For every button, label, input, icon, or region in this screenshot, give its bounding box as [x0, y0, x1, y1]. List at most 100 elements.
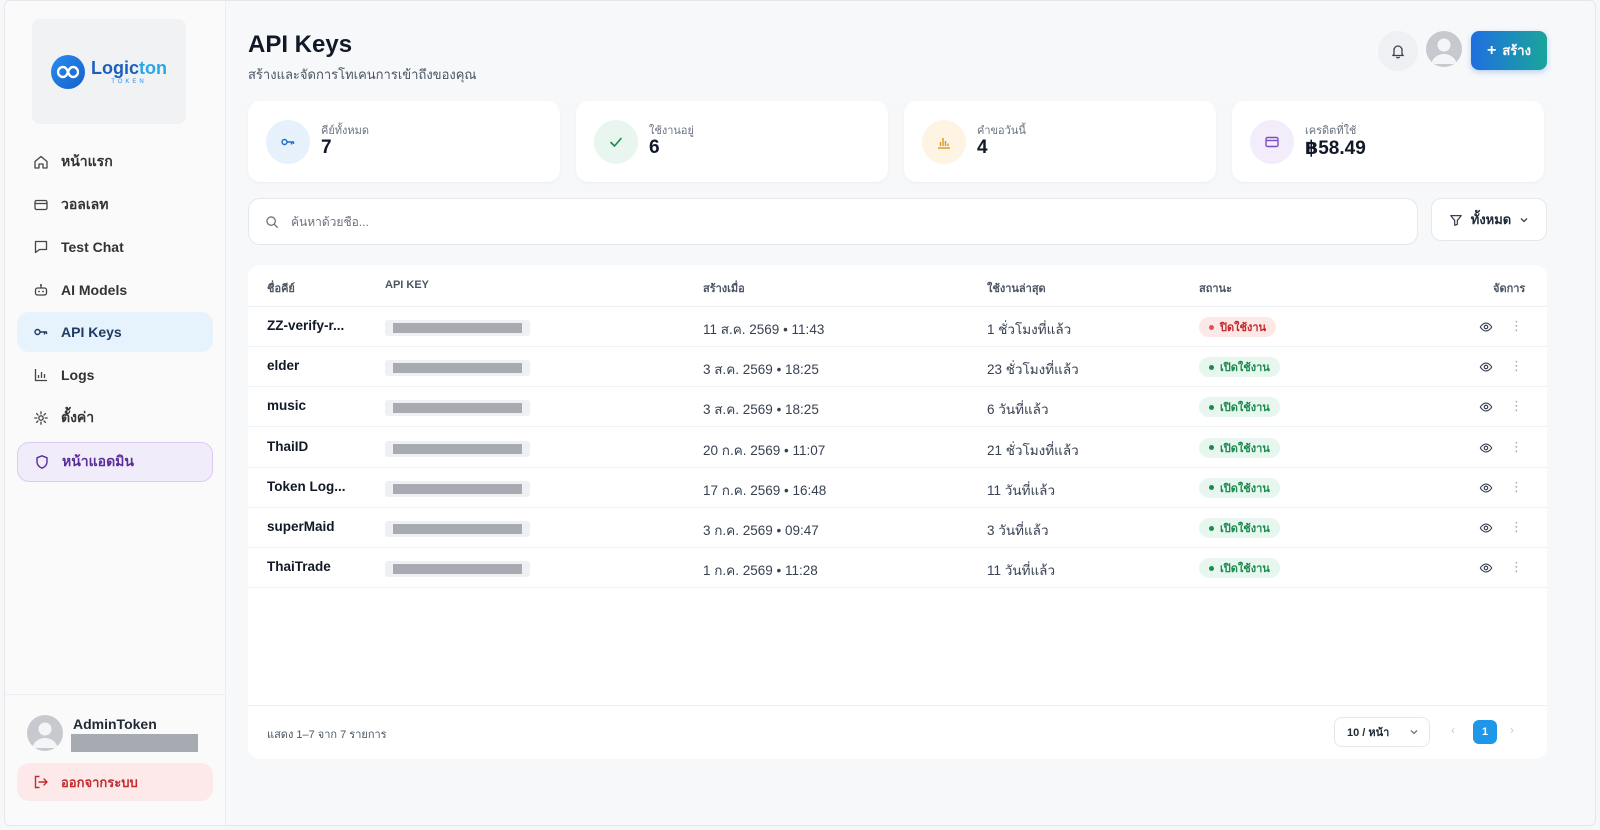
sidebar-item-label: Logs: [61, 366, 95, 383]
status-badge: เปิดใช้งาน: [1199, 397, 1280, 418]
app-window: Logicton TOKEN หน้าแรก วอลเลท Test Chat …: [4, 0, 1596, 826]
last-used: 3 วันที่แล้ว: [987, 523, 1049, 538]
eye-icon[interactable]: [1479, 441, 1493, 455]
chevron-down-icon: [1410, 730, 1418, 735]
table-row[interactable]: ThaiID 20 ก.ค. 2569 • 11:07 21 ชั่วโมงที่แ…: [248, 428, 1547, 468]
avatar[interactable]: [27, 715, 63, 751]
last-used: 11 วันที่แล้ว: [987, 482, 1056, 498]
sidebar-item-label: หน้าแรก: [61, 153, 113, 169]
more-options-icon[interactable]: ⋮: [1510, 479, 1523, 494]
logout-icon: [34, 775, 48, 789]
next-page-button[interactable]: ›: [1510, 723, 1514, 737]
brand-name-a: Logic: [91, 57, 139, 78]
api-key-redacted: [385, 561, 530, 578]
create-label: สร้าง: [1502, 43, 1531, 58]
last-used: 21 ชั่วโมงที่แล้ว: [987, 442, 1079, 458]
status-label: เปิดใช้งาน: [1220, 482, 1270, 495]
status-badge: เปิดใช้งาน: [1199, 437, 1280, 458]
more-options-icon[interactable]: ⋮: [1510, 319, 1523, 333]
page-subtitle: สร้างและจัดการโทเคนการเข้าถึงของคุณ: [248, 67, 477, 82]
key-name: music: [267, 398, 307, 414]
sidebar-item-ai-models[interactable]: AI Models: [17, 270, 213, 310]
filter-label: ทั้งหมด: [1470, 212, 1512, 227]
column-header-actions: จัดการ: [1493, 283, 1526, 295]
api-key-redacted: [385, 521, 530, 537]
gear-icon: [34, 410, 48, 425]
stat-value: 4: [977, 137, 988, 158]
created-at: 20 ก.ค. 2569 • 11:07: [703, 442, 826, 458]
status-label: เปิดใช้งาน: [1220, 362, 1270, 375]
table-row[interactable]: ThaiTrade 1 ก.ค. 2569 • 11:28 11 วันที่แล้…: [248, 548, 1547, 589]
more-options-icon[interactable]: ⋮: [1510, 439, 1523, 454]
column-header-key[interactable]: API KEY: [385, 279, 429, 291]
previous-page-button[interactable]: ‹: [1451, 723, 1455, 737]
logout-label: ออกจากระบบ: [61, 774, 138, 790]
sidebar-item-logs[interactable]: Logs: [17, 355, 213, 395]
eye-icon[interactable]: [1479, 561, 1493, 575]
eye-icon[interactable]: [1479, 521, 1493, 535]
sidebar-item-label: API Keys: [61, 324, 122, 341]
status-badge: เปิดใช้งาน: [1199, 558, 1280, 579]
table-row[interactable]: Token Log... 17 ก.ค. 2569 • 16:48 11 วันที…: [248, 468, 1547, 508]
created-at: 11 ส.ค. 2569 • 11:43: [703, 322, 825, 337]
sidebar-item-wallet[interactable]: วอลเลท: [17, 185, 213, 225]
column-header-created[interactable]: สร้างเมื่อ: [703, 279, 745, 297]
eye-icon[interactable]: [1479, 320, 1493, 334]
key-name: elder: [267, 358, 300, 374]
api-key-redacted: [385, 360, 530, 377]
sidebar-item-settings[interactable]: ตั้งค่า: [17, 398, 213, 438]
logo[interactable]: Logicton TOKEN: [32, 19, 186, 124]
created-at: 3 ส.ค. 2569 • 18:25: [703, 402, 819, 418]
column-header-name[interactable]: ชื่อคีย์: [267, 279, 295, 297]
sidebar-item-home[interactable]: หน้าแรก: [17, 142, 213, 182]
status-label: ปิดใช้งาน: [1220, 322, 1267, 334]
stat-value: 6: [649, 137, 660, 158]
pagination-summary: แสดง 1–7 จาก 7 รายการ: [267, 729, 387, 741]
robot-icon: [34, 283, 48, 296]
user-name: AdminToken: [73, 716, 157, 732]
sidebar-item-test-chat[interactable]: Test Chat: [17, 227, 213, 267]
table-row[interactable]: ZZ-verify-r... 11 ส.ค. 2569 • 11:43 1 ชั่ว…: [248, 307, 1547, 347]
sidebar-item-label: ตั้งค่า: [61, 408, 95, 425]
api-keys-table: ชื่อคีย์ API KEY สร้างเมื่อ ใช้งานล่าสุด…: [248, 265, 1547, 759]
eye-icon[interactable]: [1479, 400, 1493, 414]
eye-icon[interactable]: [1479, 481, 1493, 495]
page-size-select[interactable]: 10 / หน้า: [1334, 717, 1430, 747]
status-label: เปิดใช้งาน: [1220, 563, 1270, 576]
brand-sub: TOKEN: [111, 78, 147, 85]
create-key-button[interactable]: + สร้าง: [1471, 31, 1547, 70]
column-header-status[interactable]: สถานะ: [1199, 279, 1232, 297]
sidebar-item-admin[interactable]: หน้าแอดมิน: [17, 441, 213, 482]
more-options-icon[interactable]: ⋮: [1510, 359, 1523, 373]
table-header: ชื่อคีย์ API KEY สร้างเมื่อ ใช้งานล่าสุด…: [248, 265, 1547, 307]
stat-card-requests-today: คำขอวันนี้ 4: [904, 101, 1216, 182]
table-row[interactable]: superMaid 3 ก.ค. 2569 • 09:47 3 วันที่แล้ว…: [248, 508, 1547, 548]
sidebar: Logicton TOKEN หน้าแรก วอลเลท Test Chat …: [5, 1, 226, 825]
sidebar-item-api-keys[interactable]: API Keys: [17, 312, 213, 353]
stats-row: คีย์ทั้งหมด 7 ใช้งานอยู่ 6 คำขอวันนี้ 4: [248, 101, 1544, 182]
status-dot: [1209, 404, 1214, 410]
page-button-current[interactable]: 1: [1473, 720, 1497, 744]
logout-button[interactable]: ออกจากระบบ: [17, 763, 213, 801]
search-input[interactable]: [291, 214, 1417, 229]
more-options-icon[interactable]: ⋮: [1510, 520, 1523, 534]
more-options-icon[interactable]: ⋮: [1510, 399, 1523, 413]
key-name: superMaid: [267, 519, 335, 534]
notifications-button[interactable]: [1378, 31, 1418, 71]
status-badge: เปิดใช้งาน: [1199, 357, 1280, 378]
key-icon: [266, 120, 310, 164]
api-key-redacted: [385, 320, 530, 336]
sidebar-item-label: วอลเลท: [61, 195, 109, 212]
status-filter-dropdown[interactable]: ทั้งหมด: [1431, 198, 1547, 241]
sidebar-item-label: AI Models: [61, 281, 128, 298]
stat-card-total-keys: คีย์ทั้งหมด 7: [248, 101, 560, 182]
eye-icon[interactable]: [1479, 360, 1493, 374]
brand-name-b: ton: [139, 57, 167, 78]
table-row[interactable]: music 3 ส.ค. 2569 • 18:25 6 วันที่แล้ว เปิด…: [248, 387, 1547, 428]
column-header-last-used[interactable]: ใช้งานล่าสุด: [987, 279, 1046, 297]
table-row[interactable]: elder 3 ส.ค. 2569 • 18:25 23 ชั่วโมงที่แล้…: [248, 347, 1547, 388]
more-options-icon[interactable]: ⋮: [1510, 560, 1523, 574]
api-key-redacted: [385, 480, 530, 497]
table-footer: แสดง 1–7 จาก 7 รายการ 10 / หน้า ‹ 1 ›: [248, 705, 1547, 759]
avatar[interactable]: [1426, 31, 1462, 67]
